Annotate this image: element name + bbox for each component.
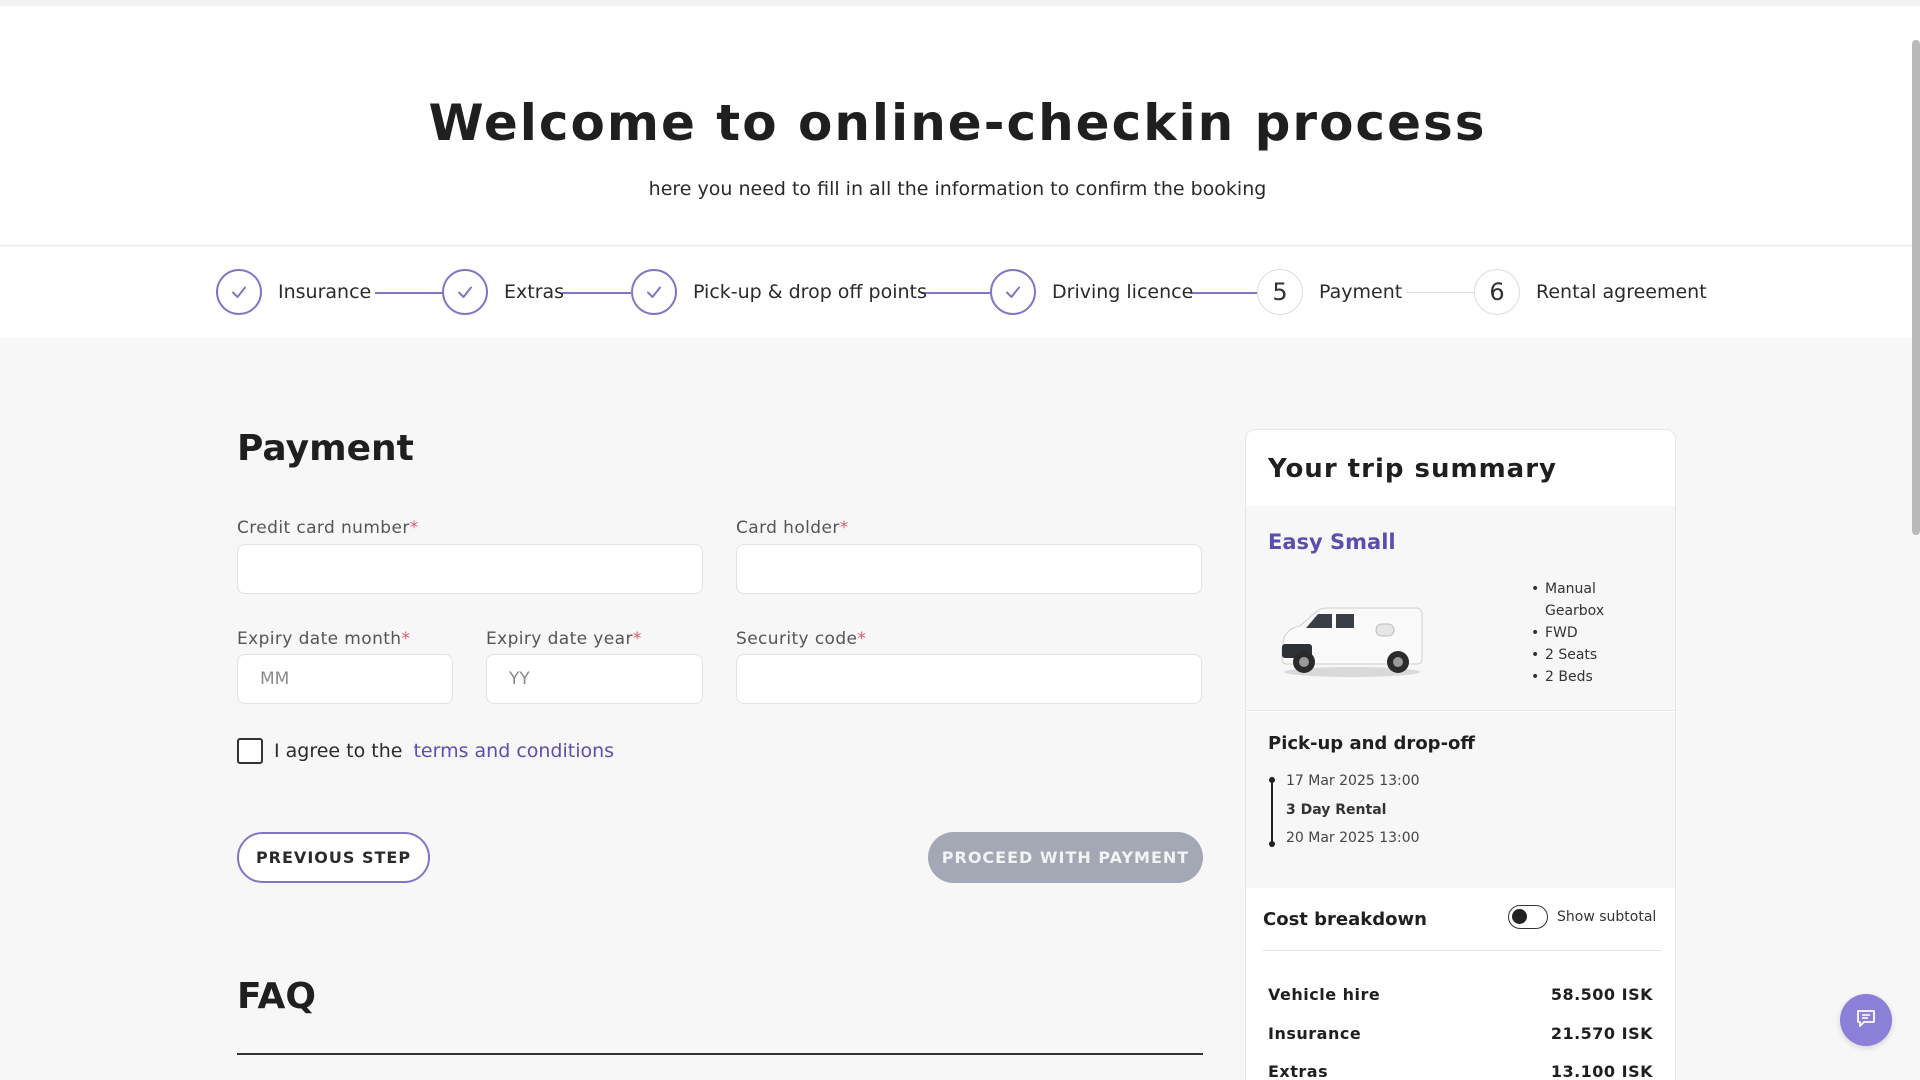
show-subtotal-toggle[interactable] (1508, 905, 1548, 929)
car-name: Easy Small (1268, 530, 1396, 554)
cost-amount: 21.570 ISK (1550, 1024, 1653, 1043)
cost-divider (1263, 950, 1661, 951)
step-label: Extras (504, 281, 565, 303)
toggle-knob (1512, 909, 1527, 924)
trip-summary-panel: Your trip summary Easy Small Manual Gear… (1245, 429, 1676, 1080)
rental-length: 3 Day Rental (1286, 802, 1387, 818)
page-scrollbar[interactable] (1912, 40, 1920, 535)
cost-label: Insurance (1268, 1024, 1362, 1043)
faq-divider (237, 1053, 1203, 1055)
check-icon (990, 269, 1036, 315)
step-pickup-dropoff[interactable]: Pick-up & drop off points (631, 269, 927, 315)
cost-amount: 13.100 ISK (1550, 1062, 1653, 1080)
card-number-input[interactable] (237, 544, 703, 594)
checkin-stepper: Insurance Extras Pick-up & drop off poin… (0, 247, 1920, 338)
expiry-month-input[interactable] (237, 654, 453, 704)
check-icon (442, 269, 488, 315)
card-number-label: Credit card number* (237, 518, 419, 538)
check-icon (216, 269, 262, 315)
terms-checkbox[interactable] (237, 738, 263, 764)
proceed-payment-button[interactable]: PROCEED WITH PAYMENT (928, 832, 1203, 883)
dropoff-datetime: 20 Mar 2025 13:00 (1286, 830, 1420, 846)
feature-item: 2 Seats (1531, 644, 1651, 666)
expiry-year-label: Expiry date year* (486, 629, 642, 649)
step-number: 6 (1474, 269, 1520, 315)
feature-item: 2 Beds (1531, 666, 1651, 688)
step-connector (562, 292, 631, 294)
step-rental-agreement[interactable]: 6 Rental agreement (1474, 269, 1707, 315)
step-connector (375, 292, 442, 294)
security-code-input[interactable] (736, 654, 1202, 704)
payment-title: Payment (237, 428, 414, 469)
card-holder-label: Card holder* (736, 518, 849, 538)
expiry-month-label: Expiry date month* (237, 629, 411, 649)
cost-amount: 58.500 ISK (1550, 985, 1653, 1004)
step-extras[interactable]: Extras (442, 269, 564, 315)
card-holder-input[interactable] (736, 544, 1202, 594)
car-features: Manual Gearbox FWD 2 Seats 2 Beds (1531, 578, 1651, 688)
timeline-dot (1269, 777, 1275, 783)
car-section: Easy Small Manual Gearbox FWD 2 Seats 2 … (1246, 506, 1675, 711)
step-label: Pick-up & drop off points (693, 281, 927, 303)
hero-header: Welcome to online-checkin process here y… (0, 6, 1920, 246)
cost-breakdown-section: Cost breakdown Show subtotal Vehicle hir… (1246, 888, 1675, 1080)
step-payment[interactable]: 5 Payment (1257, 269, 1402, 315)
show-subtotal-label: Show subtotal (1557, 909, 1657, 925)
check-icon (631, 269, 677, 315)
cost-row: Extras 13.100 ISK (1268, 1062, 1653, 1080)
step-label: Driving licence (1052, 281, 1194, 303)
terms-link[interactable]: terms and conditions (413, 740, 614, 762)
step-driving-licence[interactable]: Driving licence (990, 269, 1193, 315)
faq-title: FAQ (237, 976, 316, 1017)
chat-button[interactable] (1840, 994, 1892, 1046)
security-code-label: Security code* (736, 629, 867, 649)
van-image (1281, 607, 1423, 677)
feature-item: FWD (1531, 622, 1651, 644)
terms-agreement: I agree to the terms and conditions (237, 738, 614, 764)
step-connector (921, 292, 990, 294)
cost-row: Vehicle hire 58.500 ISK (1268, 985, 1653, 1004)
timeline-line (1271, 780, 1273, 844)
feature-item: Manual Gearbox (1531, 578, 1651, 622)
step-label: Rental agreement (1536, 281, 1707, 303)
page-title: Welcome to online-checkin process (428, 94, 1487, 152)
step-label: Payment (1319, 281, 1403, 303)
agree-text: I agree to the (274, 740, 403, 762)
cost-row: Insurance 21.570 ISK (1268, 1024, 1653, 1043)
cost-title: Cost breakdown (1263, 909, 1427, 930)
cost-label: Extras (1268, 1062, 1329, 1080)
step-label: Insurance (278, 281, 372, 303)
timeline-dot (1269, 841, 1275, 847)
step-insurance[interactable]: Insurance (216, 269, 371, 315)
step-connector (1190, 292, 1257, 294)
previous-step-button[interactable]: PREVIOUS STEP (237, 832, 430, 883)
step-number: 5 (1257, 269, 1303, 315)
expiry-year-input[interactable] (486, 654, 703, 704)
pickup-title: Pick-up and drop-off (1268, 733, 1475, 754)
summary-title: Your trip summary (1268, 454, 1557, 484)
cost-label: Vehicle hire (1268, 985, 1381, 1004)
pickup-dropoff-section: Pick-up and drop-off 17 Mar 2025 13:00 3… (1246, 712, 1675, 888)
page-subtitle: here you need to fill in all the informa… (648, 178, 1267, 200)
step-connector (1406, 292, 1474, 293)
chat-bubble-icon (1854, 1006, 1878, 1034)
pickup-datetime: 17 Mar 2025 13:00 (1286, 773, 1420, 789)
